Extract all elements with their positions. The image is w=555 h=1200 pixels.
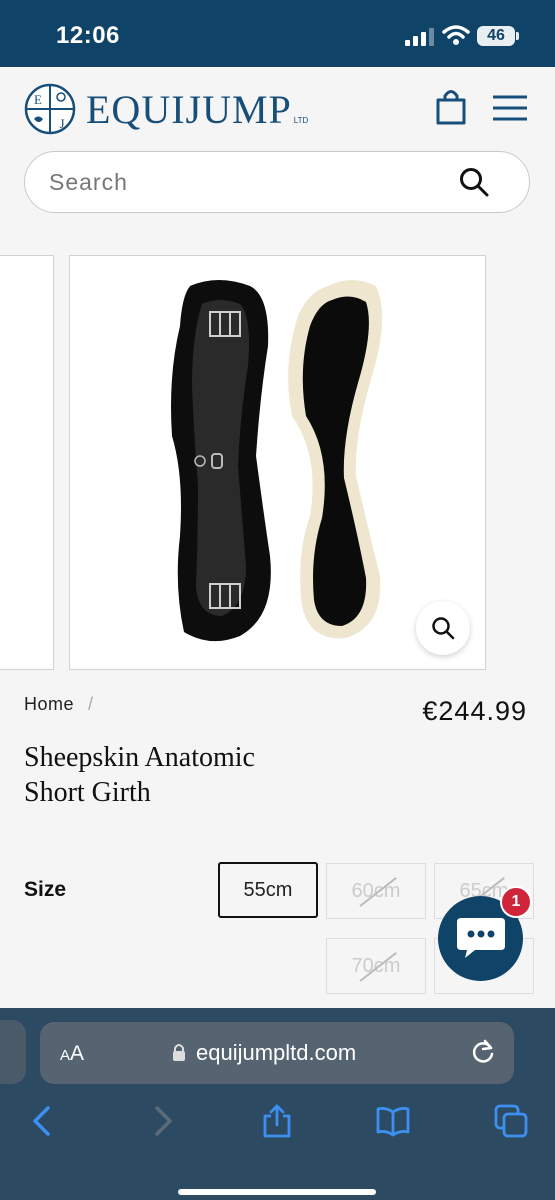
size-option-70cm[interactable]: 70cm — [326, 938, 426, 994]
browser-chrome: AA equijumpltd.com — [0, 1008, 555, 1200]
size-label: Size — [24, 878, 67, 901]
logo-wordmark: EQUIJUMP — [86, 86, 292, 132]
breadcrumb-separator: / — [88, 694, 94, 714]
address-bar[interactable]: AA equijumpltd.com — [40, 1022, 514, 1084]
cellular-signal-icon — [405, 28, 434, 46]
home-indicator[interactable] — [178, 1189, 376, 1195]
share-icon[interactable] — [260, 1104, 294, 1138]
url-text[interactable]: equijumpltd.com — [196, 1040, 356, 1066]
logo[interactable]: E J EQUIJUMP LTD — [24, 83, 308, 135]
chat-notification-badge: 1 — [500, 886, 532, 918]
zoom-icon — [432, 617, 455, 640]
search-field[interactable]: Search — [24, 151, 530, 213]
back-icon[interactable] — [26, 1104, 60, 1138]
browser-previous-tab[interactable] — [0, 1020, 26, 1084]
gallery-slide-previous[interactable] — [0, 255, 54, 670]
product-image — [171, 280, 383, 642]
bookmarks-icon[interactable] — [376, 1104, 410, 1138]
breadcrumb: Home / — [24, 694, 94, 715]
battery-tip — [516, 32, 519, 40]
product-title-line-2: Short Girth — [24, 777, 151, 808]
tabs-icon[interactable] — [494, 1104, 528, 1138]
zoom-button[interactable] — [416, 601, 470, 655]
search-icon[interactable] — [459, 167, 489, 197]
cart-icon[interactable] — [434, 87, 468, 125]
status-bar: 12:06 46 — [0, 0, 555, 67]
product-title-line-1: Sheepskin Anatomic — [24, 742, 255, 773]
search-input[interactable]: Search — [49, 169, 128, 196]
logo-letter-j: J — [59, 116, 64, 131]
logo-emblem-icon: E J — [24, 83, 76, 135]
product-title: Sheepskin Anatomic Short Girth — [24, 740, 344, 810]
forward-icon[interactable] — [145, 1104, 179, 1138]
reader-aa-button[interactable]: AA — [60, 1042, 84, 1066]
battery-indicator: 46 — [477, 26, 515, 46]
product-gallery[interactable] — [0, 227, 555, 682]
logo-suffix: LTD — [293, 115, 309, 125]
size-option-60cm[interactable]: 60cm — [326, 863, 426, 919]
site-header: E J EQUIJUMP LTD Search — [0, 67, 555, 227]
wifi-icon — [442, 25, 470, 45]
menu-icon[interactable] — [492, 95, 528, 121]
status-time: 12:06 — [56, 22, 120, 49]
size-option-55cm[interactable]: 55cm — [218, 862, 318, 918]
breadcrumb-home-link[interactable]: Home — [24, 694, 74, 714]
product-price: €244.99 — [422, 696, 527, 726]
lock-icon — [173, 1044, 185, 1061]
reload-icon[interactable] — [470, 1039, 496, 1065]
logo-letter-e: E — [34, 92, 42, 107]
chat-bubble-icon — [457, 918, 505, 958]
